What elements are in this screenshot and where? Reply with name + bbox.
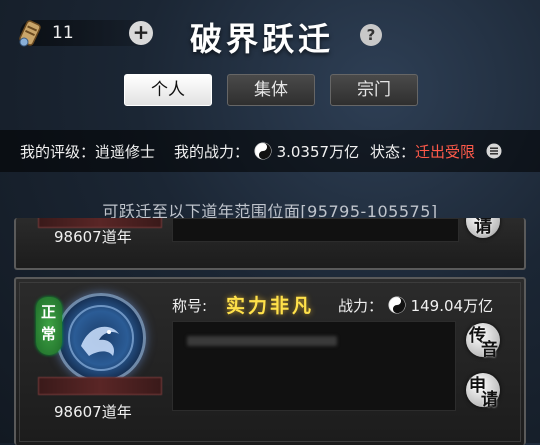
power-info: 我的战力： 3.0357万亿 (174, 141, 359, 162)
badge-char-2: 常 (41, 325, 57, 343)
message-box (172, 321, 456, 411)
status-value: 迁出受限 (415, 143, 476, 161)
blurred-message (187, 336, 337, 346)
dragon-emblem-icon (68, 305, 134, 371)
page-title: 破界跃迁 (190, 20, 335, 58)
list-item: 正 常 98607道年 称号: 实力非凡 战力： 149.04万亿 传音 申请 (14, 277, 526, 445)
realm-text: 98607道年 (54, 228, 132, 246)
add-token-button[interactable]: + (129, 21, 153, 45)
tab-bar: 个人 集体 宗门 (124, 74, 424, 106)
power-label: 我的战力： (174, 143, 250, 161)
title-value: 实力非凡 (226, 295, 315, 317)
badge-char-1: 正 (41, 303, 57, 321)
avatar[interactable] (56, 293, 146, 383)
tab-group[interactable]: 集体 (227, 74, 315, 106)
scroll-token-icon (19, 20, 41, 47)
tab-sect[interactable]: 宗门 (330, 74, 418, 106)
rating-value: 逍遥修士 (95, 143, 156, 161)
card-power-label: 战力： (338, 297, 384, 315)
apply-button-label: 请 (474, 218, 492, 237)
status-label: 状态： (370, 143, 416, 161)
token-counter: 11 + (19, 20, 153, 47)
info-bar: 我的评级：逍遥修士 我的战力： 3.0357万亿 状态：迁出受限 (0, 130, 540, 172)
help-icon: ? (366, 26, 376, 44)
card-power: 战力： 149.04万亿 (338, 295, 493, 316)
rating-label: 我的评级： (20, 143, 96, 161)
player-name-blurred (38, 377, 162, 395)
token-count: 11 (52, 23, 74, 43)
status-info: 状态：迁出受限 (370, 141, 475, 162)
transmit-message-button[interactable]: 传音 (466, 323, 500, 360)
help-button[interactable]: ? (360, 24, 382, 46)
plus-icon: + (132, 20, 150, 44)
message-box (172, 218, 459, 242)
card-power-value: 149.04万亿 (410, 297, 494, 315)
list-icon[interactable] (486, 143, 502, 159)
apply-button[interactable]: 申请 (466, 373, 500, 410)
top-bar: 11 + 破界跃迁 ? (0, 0, 540, 70)
title-label: 称号: (172, 297, 208, 315)
realm-text: 98607道年 (54, 403, 132, 421)
tab-personal[interactable]: 个人 (124, 74, 212, 106)
power-value: 3.0357万亿 (276, 143, 360, 161)
yin-yang-icon (388, 296, 406, 314)
apply-button[interactable]: 请 (466, 218, 500, 238)
rating-info: 我的评级：逍遥修士 (20, 141, 155, 162)
list-item: 98607道年 请 (14, 218, 526, 270)
status-badge: 正 常 (36, 297, 62, 355)
yin-yang-icon (254, 142, 272, 160)
